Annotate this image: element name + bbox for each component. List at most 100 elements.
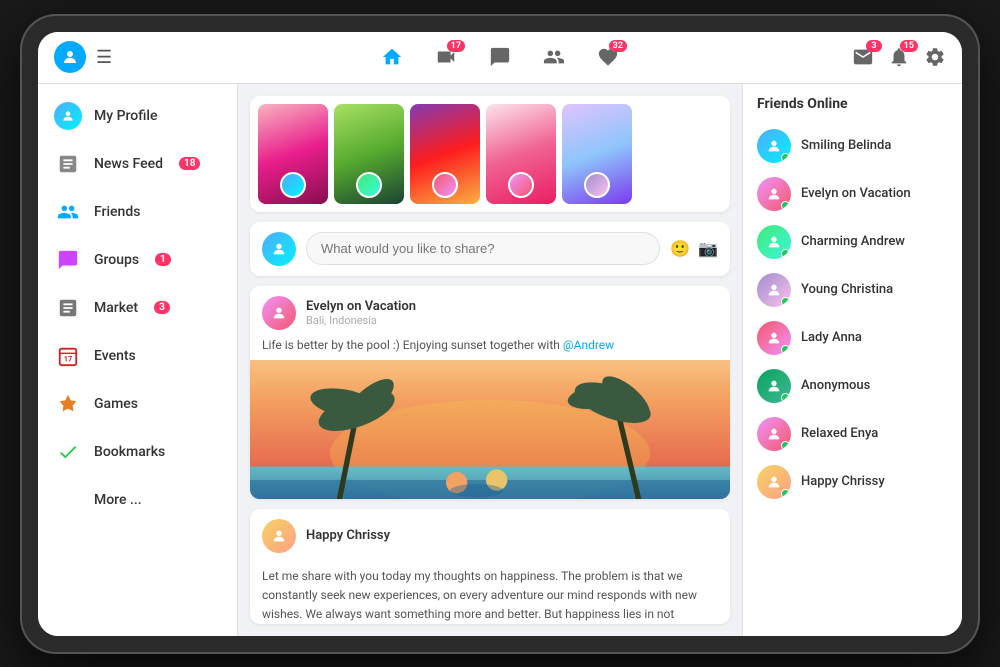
tablet-screen: ☰ 17 <box>38 32 962 636</box>
story-avatar <box>356 172 382 198</box>
sidebar-news-feed-label: News Feed <box>94 156 163 172</box>
online-indicator <box>781 345 790 354</box>
nav-home-button[interactable] <box>381 46 403 68</box>
nav-messages-button[interactable]: 3 <box>852 46 874 68</box>
friend-item[interactable]: Charming Andrew <box>743 218 962 266</box>
games-icon <box>54 390 82 418</box>
notifications-badge: 15 <box>900 40 918 52</box>
story-item[interactable] <box>334 104 404 204</box>
online-indicator <box>781 249 790 258</box>
sidebar-item-groups[interactable]: Groups 1 <box>38 236 237 284</box>
news-feed-badge: 18 <box>179 157 200 170</box>
nav-notifications-button[interactable]: 15 <box>888 46 910 68</box>
nav-friends-button[interactable] <box>543 46 565 68</box>
post-mention[interactable]: @Andrew <box>563 338 614 352</box>
friend-item[interactable]: Smiling Belinda <box>743 122 962 170</box>
svg-text:17: 17 <box>64 354 72 363</box>
story-avatar <box>508 172 534 198</box>
post-author-name: Evelyn on Vacation <box>306 299 416 314</box>
nav-chat-button[interactable] <box>489 46 511 68</box>
sidebar-item-my-profile[interactable]: My Profile <box>38 92 237 140</box>
post-author-avatar <box>262 519 296 553</box>
sidebar-item-more[interactable]: More ... <box>38 476 237 524</box>
sidebar-item-market[interactable]: Market 3 <box>38 284 237 332</box>
groups-badge: 1 <box>155 253 171 266</box>
sidebar-item-games[interactable]: Games <box>38 380 237 428</box>
nav-video-button[interactable]: 17 <box>435 46 457 68</box>
friend-item[interactable]: Lady Anna <box>743 314 962 362</box>
emoji-icon[interactable]: 🙂 <box>670 239 690 258</box>
nav-right: 3 15 <box>866 46 946 68</box>
post-content-text: Let me share with you today my thoughts … <box>250 559 730 624</box>
online-indicator <box>781 441 790 450</box>
friend-name: Young Christina <box>801 282 893 297</box>
camera-icon[interactable]: 📷 <box>698 239 718 258</box>
story-item[interactable] <box>258 104 328 204</box>
online-indicator <box>781 201 790 210</box>
friend-name: Evelyn on Vacation <box>801 186 911 201</box>
top-nav: ☰ 17 <box>38 32 962 84</box>
sidebar-market-label: Market <box>94 300 138 316</box>
sidebar-item-events[interactable]: 17 Events <box>38 332 237 380</box>
hamburger-menu[interactable]: ☰ <box>96 47 112 68</box>
friend-avatar <box>757 321 791 355</box>
friend-item[interactable]: Evelyn on Vacation <box>743 170 962 218</box>
friend-item[interactable]: Anonymous <box>743 362 962 410</box>
story-avatar <box>584 172 610 198</box>
post-input[interactable] <box>306 232 660 265</box>
groups-icon <box>54 246 82 274</box>
news-feed-icon <box>54 150 82 178</box>
friend-avatar <box>757 417 791 451</box>
sidebar-item-friends[interactable]: Friends <box>38 188 237 236</box>
sidebar-events-label: Events <box>94 348 136 364</box>
hearts-badge: 32 <box>609 40 627 52</box>
market-icon <box>54 294 82 322</box>
bookmarks-icon <box>54 438 82 466</box>
online-indicator <box>781 393 790 402</box>
nav-hearts-button[interactable]: 32 <box>597 46 619 68</box>
post-image <box>250 360 730 499</box>
story-item[interactable] <box>486 104 556 204</box>
sidebar-my-profile-label: My Profile <box>94 108 157 124</box>
composer-avatar <box>262 232 296 266</box>
friend-avatar <box>757 129 791 163</box>
friend-name: Relaxed Enya <box>801 426 878 441</box>
online-indicator <box>781 489 790 498</box>
post-location: Bali, Indonesia <box>306 314 416 327</box>
story-avatar <box>280 172 306 198</box>
friend-item[interactable]: Relaxed Enya <box>743 410 962 458</box>
main-content: My Profile News Feed 18 Friends <box>38 84 962 636</box>
friends-icon <box>54 198 82 226</box>
friend-avatar <box>757 465 791 499</box>
nav-settings-button[interactable] <box>924 46 946 68</box>
sidebar-item-bookmarks[interactable]: Bookmarks <box>38 428 237 476</box>
post-author-info: Evelyn on Vacation Bali, Indonesia <box>306 299 416 327</box>
friend-item[interactable]: Happy Chrissy <box>743 458 962 506</box>
video-badge: 17 <box>447 40 465 52</box>
post-card-chrissy: Happy Chrissy Let me share with you toda… <box>250 509 730 624</box>
friends-online-panel: Friends Online Smiling Belinda Evelyn on… <box>742 84 962 636</box>
sidebar-item-news-feed[interactable]: News Feed 18 <box>38 140 237 188</box>
post-text: Life is better by the pool :) Enjoying s… <box>250 336 730 360</box>
friend-item[interactable]: Young Christina <box>743 266 962 314</box>
sidebar-games-label: Games <box>94 396 138 412</box>
events-icon: 17 <box>54 342 82 370</box>
post-header: Evelyn on Vacation Bali, Indonesia <box>250 286 730 336</box>
post-author-info: Happy Chrissy <box>306 528 390 543</box>
online-indicator <box>781 153 790 162</box>
post-header: Happy Chrissy <box>250 509 730 559</box>
post-text-content: Life is better by the pool :) Enjoying s… <box>262 338 563 352</box>
stories-row <box>250 96 730 212</box>
friend-name: Happy Chrissy <box>801 474 885 489</box>
friend-name: Lady Anna <box>801 330 862 345</box>
online-indicator <box>781 297 790 306</box>
story-item[interactable] <box>410 104 480 204</box>
sidebar-bookmarks-label: Bookmarks <box>94 444 165 460</box>
post-composer: 🙂 📷 <box>250 222 730 276</box>
friend-avatar <box>757 225 791 259</box>
story-item[interactable] <box>562 104 632 204</box>
nav-center: 17 32 <box>134 46 866 68</box>
more-icon <box>54 486 82 514</box>
tablet-frame: ☰ 17 <box>20 14 980 654</box>
user-avatar[interactable] <box>54 41 86 73</box>
